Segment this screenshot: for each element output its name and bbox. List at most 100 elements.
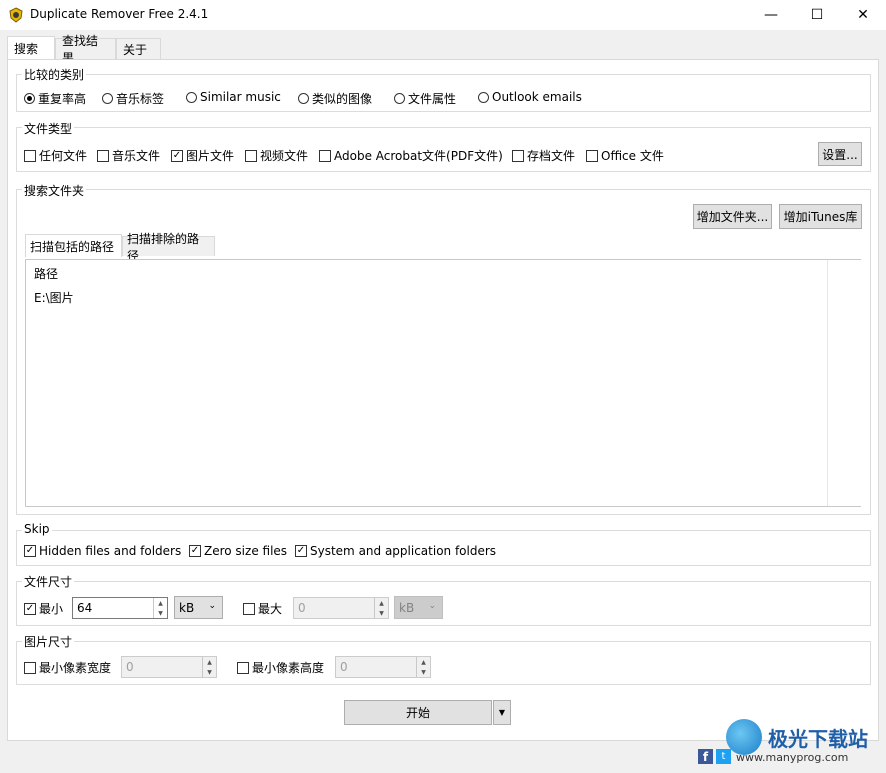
checkbox-label: 音乐文件 [112,149,161,163]
compare-legend: 比较的类别 [22,66,87,83]
list-scrollbar[interactable] [827,260,862,506]
checkbox-box[interactable]: ✓ [189,545,201,557]
checkbox-box[interactable]: ✓ [24,545,36,557]
radio-compare-4[interactable]: 文件属性 [394,90,456,107]
tab-exclude-paths[interactable]: 扫描排除的路径 [122,232,215,263]
radio-compare-2[interactable]: Similar music [186,90,281,104]
minimize-button[interactable]: — [748,0,794,30]
min-width-stepper[interactable]: 0 ▲ ▼ [121,656,217,678]
filesize-legend: 文件尺寸 [22,573,75,590]
checkbox-max-size[interactable]: 最大 [243,600,282,617]
start-button[interactable]: 开始 [344,700,492,725]
stepper-down-icon[interactable]: ▼ [375,608,388,618]
checkbox-box[interactable] [319,149,331,162]
checkbox-label: 任何文件 [39,149,88,163]
add-folder-button[interactable]: 增加文件夹... [693,204,772,229]
checkbox-label: 最小像素高度 [252,661,325,675]
checkbox-pdf-file[interactable]: Adobe Acrobat文件(PDF文件) [319,147,503,164]
stepper-up-icon[interactable]: ▲ [417,657,430,667]
checkbox-box[interactable] [243,602,255,615]
radio-indicator[interactable] [298,93,309,104]
min-size-stepper[interactable]: 64 ▲ ▼ [72,597,168,619]
radio-compare-0[interactable]: 重复率高 [24,90,86,107]
checkbox-skip-hidden[interactable]: ✓ Hidden files and folders [24,544,181,558]
checkbox-label: 最小像素宽度 [39,661,112,675]
checkbox-any-file[interactable]: 任何文件 [24,147,87,164]
chevron-down-icon: ⌄ [208,601,216,611]
skip-legend: Skip [22,522,52,536]
checkbox-image-file[interactable]: ✓ 图片文件 [171,147,234,164]
checkbox-archive-file[interactable]: 存档文件 [512,147,575,164]
max-size-stepper[interactable]: 0 ▲ ▼ [293,597,389,619]
min-unit-select[interactable]: kB ⌄ [174,596,223,619]
max-unit-select[interactable]: kB ⌄ [394,596,443,619]
tab-results[interactable]: 查找结果 [55,34,116,65]
checkbox-label: 视频文件 [260,149,309,163]
radio-indicator[interactable] [24,93,35,104]
radio-compare-5[interactable]: Outlook emails [478,90,582,104]
checkbox-box[interactable] [97,149,109,162]
tab-search[interactable]: 搜索 [7,36,55,60]
stepper-down-icon[interactable]: ▼ [203,667,216,677]
checkbox-box[interactable]: ✓ [24,602,36,615]
stepper-up-icon[interactable]: ▲ [154,598,167,608]
checkbox-label: Adobe Acrobat文件(PDF文件) [334,149,503,163]
app-logo-icon [9,7,23,23]
checkbox-box[interactable] [586,149,598,162]
checkbox-box[interactable] [24,661,36,674]
checkbox-music-file[interactable]: 音乐文件 [97,147,160,164]
radio-label: 重复率高 [38,92,87,106]
twitter-icon[interactable]: t [716,749,731,764]
stepper-up-icon[interactable]: ▲ [375,598,388,608]
maximize-button[interactable]: ☐ [794,0,840,30]
checkbox-min-size[interactable]: ✓ 最小 [24,600,63,617]
checkbox-office-file[interactable]: Office 文件 [586,147,664,164]
window-title: Duplicate Remover Free 2.4.1 [30,7,209,21]
tab-label: 扫描包括的路径 [30,239,115,254]
radio-indicator[interactable] [102,93,113,104]
stepper-buttons[interactable]: ▲ ▼ [202,657,216,677]
column-header-path[interactable]: 路径 [34,265,58,282]
checkbox-min-height[interactable]: 最小像素高度 [237,659,324,676]
path-list[interactable]: 路径 E:\图片 [25,259,862,507]
checkbox-box[interactable] [24,149,36,162]
filetype-legend: 文件类型 [22,120,75,137]
min-height-stepper[interactable]: 0 ▲ ▼ [335,656,431,678]
checkbox-box[interactable]: ✓ [171,149,183,162]
list-item[interactable]: E:\图片 [34,289,74,306]
checkbox-box[interactable] [245,149,257,162]
checkbox-label: 图片文件 [186,149,235,163]
checkbox-box[interactable] [237,661,249,674]
settings-button[interactable]: 设置... [818,142,862,166]
checkbox-video-file[interactable]: 视频文件 [245,147,308,164]
radio-indicator[interactable] [478,91,489,103]
select-value: kB [179,600,195,615]
stepper-down-icon[interactable]: ▼ [154,608,167,618]
stepper-buttons[interactable]: ▲ ▼ [374,598,388,618]
close-button[interactable]: ✕ [840,0,886,30]
checkbox-box[interactable]: ✓ [295,545,307,557]
imagesize-legend: 图片尺寸 [22,633,75,650]
add-itunes-button[interactable]: 增加iTunes库 [779,204,862,229]
checkbox-box[interactable] [512,149,524,162]
checkbox-skip-zero[interactable]: ✓ Zero size files [189,544,287,558]
triangle-down-icon: ▼ [498,708,506,717]
checkbox-min-width[interactable]: 最小像素宽度 [24,659,111,676]
radio-indicator[interactable] [394,93,405,104]
checkbox-skip-system[interactable]: ✓ System and application folders [295,544,496,558]
checkbox-label: Office 文件 [601,149,664,163]
facebook-icon[interactable]: f [698,749,713,764]
tab-label: 搜索 [14,42,39,56]
radio-compare-1[interactable]: 音乐标签 [102,90,164,107]
radio-compare-3[interactable]: 类似的图像 [298,90,372,107]
stepper-buttons[interactable]: ▲ ▼ [153,598,167,618]
stepper-down-icon[interactable]: ▼ [417,667,430,677]
status-bar: f t 极光下载站 www.manyprog.com [0,719,886,773]
radio-label: 音乐标签 [116,92,165,106]
tab-include-paths[interactable]: 扫描包括的路径 [25,234,122,257]
radio-indicator[interactable] [186,91,197,103]
stepper-buttons[interactable]: ▲ ▼ [416,657,430,677]
start-dropdown-button[interactable]: ▼ [493,700,511,725]
stepper-up-icon[interactable]: ▲ [203,657,216,667]
tab-about[interactable]: 关于 [116,38,161,59]
